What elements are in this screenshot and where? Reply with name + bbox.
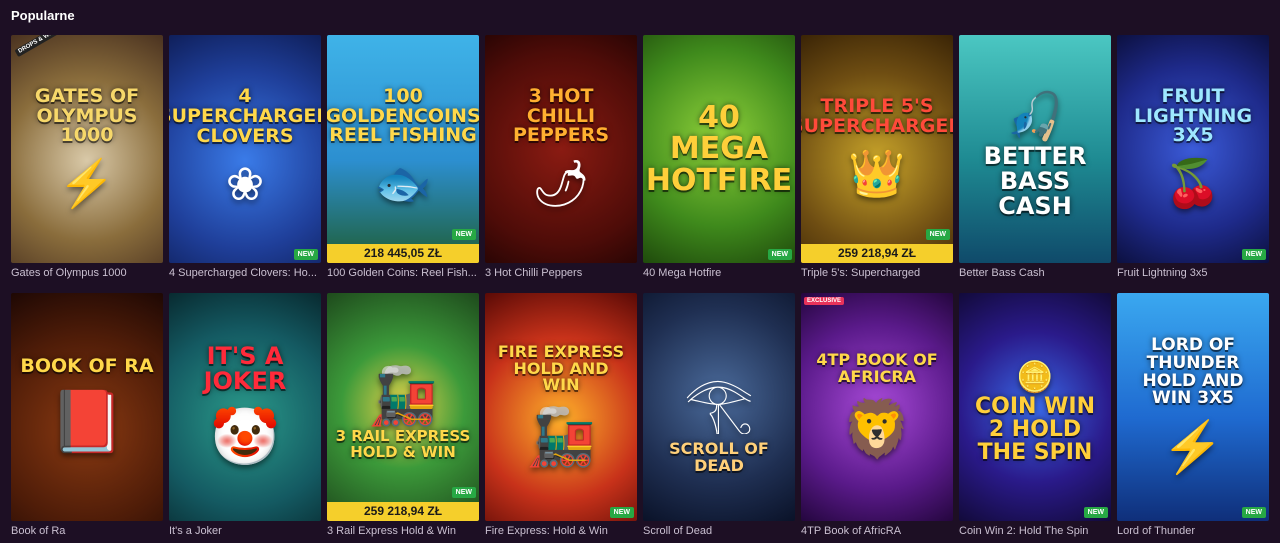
game-thumbnail[interactable]: Lord of Thunder Hold and Win 3x5 ⚡ NEW bbox=[1117, 293, 1269, 521]
new-badge: NEW bbox=[609, 507, 634, 518]
game-logo: Fire Express Hold and Win bbox=[497, 341, 625, 395]
game-thumbnail[interactable]: Book of Ra 📕 bbox=[11, 293, 163, 521]
game-tile-gates-of-olympus-1000[interactable]: DROPS & WINS Gates of Olympus 1000 ⚡ Gat… bbox=[11, 35, 163, 284]
game-thumbnail[interactable]: 4 Supercharged Clovers ❀ NEW bbox=[169, 35, 321, 263]
game-logo: 3 Rail Express Hold & Win bbox=[335, 427, 471, 461]
book-icon: 📕 bbox=[49, 388, 125, 456]
new-badge: NEW bbox=[1083, 507, 1108, 518]
game-tile-4-supercharged-clovers[interactable]: 4 Supercharged Clovers ❀ NEW 4 Superchar… bbox=[169, 35, 321, 284]
game-tile-3-hot-chilli-peppers[interactable]: 3 Hot Chilli Peppers 🌶 3 Hot Chilli Pepp… bbox=[485, 35, 637, 284]
game-tile-coin-win-2-hold-the-spin[interactable]: 🪙 Coin Win 2 Hold the Spin NEW Coin Win … bbox=[959, 293, 1111, 542]
new-badge: NEW bbox=[767, 249, 792, 260]
game-title[interactable]: 4TP Book of AfricRA bbox=[801, 521, 953, 542]
game-title[interactable]: Fire Express: Hold & Win bbox=[485, 521, 637, 542]
game-logo: 4TP Book of AfricRa bbox=[816, 350, 938, 386]
new-badge: NEW bbox=[451, 487, 476, 498]
game-logo: Better Bass Cash bbox=[983, 141, 1087, 221]
game-title[interactable]: 100 Golden Coins: Reel Fish... bbox=[327, 263, 479, 284]
game-title[interactable]: 40 Mega Hotfire bbox=[643, 263, 795, 284]
game-title[interactable]: Triple 5's: Supercharged bbox=[801, 263, 953, 284]
game-tile-fire-express-hold-win[interactable]: Fire Express Hold and Win 🚂 NEW Fire Exp… bbox=[485, 293, 637, 542]
thunder-god-icon: ⚡ bbox=[1161, 419, 1225, 476]
game-title[interactable]: Scroll of Dead bbox=[643, 521, 795, 542]
jackpot-amount: 259 218,94 ZŁ bbox=[801, 244, 953, 263]
exclusive-tag: EXCLUSIVE bbox=[804, 297, 845, 305]
section-title: Popularne bbox=[11, 8, 75, 23]
game-thumbnail[interactable]: 🚂 3 Rail Express Hold & Win NEW 259 218,… bbox=[327, 293, 479, 521]
game-logo: Coin Win 2 Hold the Spin bbox=[975, 393, 1095, 466]
game-tile-40-mega-hotfire[interactable]: 40 Mega Hotfire NEW 40 Mega Hotfire bbox=[643, 35, 795, 284]
pharaoh-icon: 𓂀 bbox=[684, 371, 754, 435]
game-logo: Triple 5's Supercharged bbox=[801, 94, 953, 137]
fruit-icon: 🍒 bbox=[1164, 157, 1222, 210]
game-thumbnail[interactable]: IT's a Joker 🤡 bbox=[169, 293, 321, 521]
game-logo: Book of Ra bbox=[20, 354, 154, 377]
game-tile-scroll-of-dead[interactable]: 𓂀 Scroll of Dead Scroll of Dead bbox=[643, 293, 795, 542]
fish-icon: 🐟 bbox=[374, 157, 432, 210]
game-thumbnail[interactable]: 40 Mega Hotfire NEW bbox=[643, 35, 795, 263]
game-thumbnail[interactable]: Triple 5's Supercharged 👑 NEW 259 218,94… bbox=[801, 35, 953, 263]
game-logo: Scroll of Dead bbox=[669, 439, 769, 475]
game-tile-4tp-book-of-africra[interactable]: EXCLUSIVE 4TP Book of AfricRa 🦁 4TP Book… bbox=[801, 293, 953, 542]
jackpot-amount: 218 445,05 ZŁ bbox=[327, 244, 479, 263]
game-tile-its-a-joker[interactable]: IT's a Joker 🤡 It's a Joker bbox=[169, 293, 321, 542]
new-badge: NEW bbox=[293, 249, 318, 260]
game-logo: 4 Supercharged Clovers bbox=[169, 85, 321, 147]
lion-icon: 🦁 bbox=[842, 396, 912, 460]
game-tile-fruit-lightning-3x5[interactable]: Fruit Lightning 3x5 🍒 NEW Fruit Lightnin… bbox=[1117, 35, 1269, 284]
game-thumbnail[interactable]: DROPS & WINS Gates of Olympus 1000 ⚡ bbox=[11, 35, 163, 263]
game-thumbnail[interactable]: Fruit Lightning 3x5 🍒 NEW bbox=[1117, 35, 1269, 263]
game-logo: Fruit Lightning 3x5 bbox=[1133, 84, 1253, 147]
game-title[interactable]: Fruit Lightning 3x5 bbox=[1117, 263, 1269, 284]
game-logo: 3 Hot Chilli Peppers bbox=[512, 84, 610, 147]
game-title[interactable]: Book of Ra bbox=[11, 521, 163, 542]
game-title[interactable]: Better Bass Cash bbox=[959, 263, 1111, 284]
game-thumbnail[interactable]: 𓂀 Scroll of Dead bbox=[643, 293, 795, 521]
game-thumbnail[interactable]: EXCLUSIVE 4TP Book of AfricRa 🦁 bbox=[801, 293, 953, 521]
train-icon: 🚂 bbox=[368, 364, 438, 428]
drops-wins-tag: DROPS & WINS bbox=[14, 35, 63, 58]
game-title[interactable]: Coin Win 2: Hold The Spin bbox=[959, 521, 1111, 542]
fisherman-icon: 🎣 bbox=[1006, 89, 1064, 142]
game-logo: IT's a Joker bbox=[203, 341, 287, 395]
king-icon: 👑 bbox=[848, 147, 906, 200]
chilli-icon: 🌶 bbox=[531, 157, 591, 210]
game-logo: 40 Mega Hotfire bbox=[645, 99, 793, 198]
jackpot-amount: 259 218,94 ZŁ bbox=[327, 502, 479, 521]
new-badge: NEW bbox=[1241, 249, 1266, 260]
game-tile-lord-of-thunder[interactable]: Lord of Thunder Hold and Win 3x5 ⚡ NEW L… bbox=[1117, 293, 1269, 542]
game-thumbnail[interactable]: 3 Hot Chilli Peppers 🌶 bbox=[485, 35, 637, 263]
locomotive-icon: 🚂 bbox=[526, 405, 596, 469]
games-grid: DROPS & WINS Gates of Olympus 1000 ⚡ Gat… bbox=[11, 35, 1269, 542]
game-title[interactable]: 3 Rail Express Hold & Win bbox=[327, 521, 479, 542]
game-logo: Lord of Thunder Hold and Win 3x5 bbox=[1142, 334, 1244, 409]
game-tile-book-of-ra[interactable]: Book of Ra 📕 Book of Ra bbox=[11, 293, 163, 542]
game-tile-3-rail-express-hold-win[interactable]: 🚂 3 Rail Express Hold & Win NEW 259 218,… bbox=[327, 293, 479, 542]
game-title[interactable]: Lord of Thunder bbox=[1117, 521, 1269, 542]
new-badge: NEW bbox=[925, 229, 950, 240]
game-title[interactable]: Gates of Olympus 1000 bbox=[11, 263, 163, 284]
game-tile-100-golden-coins-reel-fishing[interactable]: 100 Goldencoins Reel Fishing 🐟 NEW 218 4… bbox=[327, 35, 479, 284]
clover-icon: ❀ bbox=[225, 157, 265, 210]
joker-icon: 🤡 bbox=[210, 405, 280, 469]
game-logo: Gates of Olympus 1000 bbox=[34, 84, 140, 147]
game-thumbnail[interactable]: Fire Express Hold and Win 🚂 NEW bbox=[485, 293, 637, 521]
game-thumbnail[interactable]: 🪙 Coin Win 2 Hold the Spin NEW bbox=[959, 293, 1111, 521]
game-title[interactable]: It's a Joker bbox=[169, 521, 321, 542]
game-tile-better-bass-cash[interactable]: 🎣 Better Bass Cash Better Bass Cash bbox=[959, 35, 1111, 284]
game-thumbnail[interactable]: 🎣 Better Bass Cash bbox=[959, 35, 1111, 263]
game-title[interactable]: 3 Hot Chilli Peppers bbox=[485, 263, 637, 284]
game-logo: 100 Goldencoins Reel Fishing bbox=[327, 84, 479, 147]
game-title[interactable]: 4 Supercharged Clovers: Ho... bbox=[169, 263, 321, 284]
new-badge: NEW bbox=[451, 229, 476, 240]
zeus-icon: ⚡ bbox=[58, 157, 116, 210]
new-badge: NEW bbox=[1241, 507, 1266, 518]
coin-icon: 🪙 bbox=[1016, 360, 1054, 394]
game-thumbnail[interactable]: 100 Goldencoins Reel Fishing 🐟 NEW 218 4… bbox=[327, 35, 479, 263]
game-tile-triple-5s-supercharged[interactable]: Triple 5's Supercharged 👑 NEW 259 218,94… bbox=[801, 35, 953, 284]
